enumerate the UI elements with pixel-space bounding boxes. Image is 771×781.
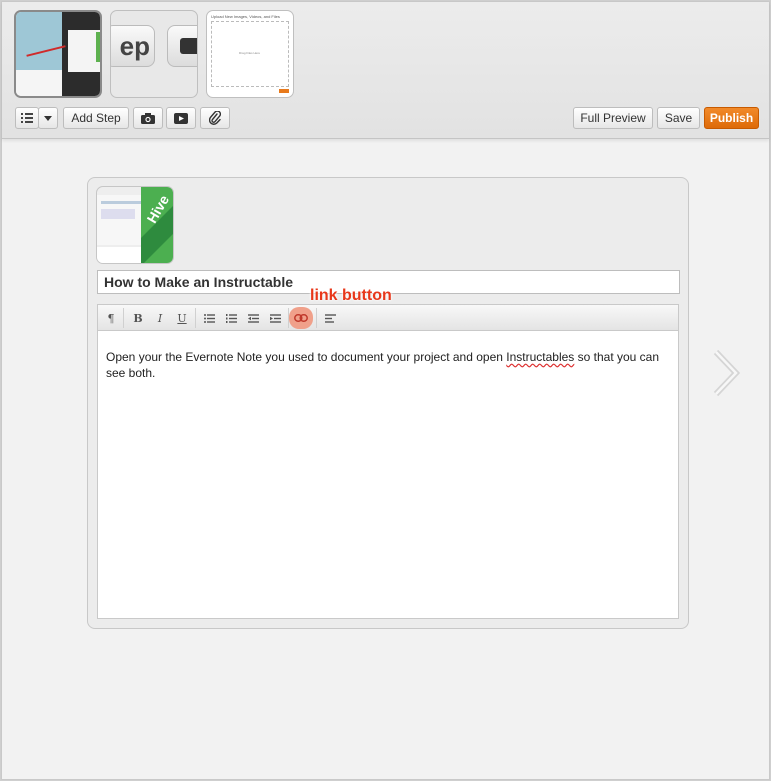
dropdown-caret-icon — [44, 115, 52, 121]
save-button[interactable]: Save — [657, 107, 700, 129]
paragraph-icon[interactable]: ¶ — [101, 308, 121, 328]
add-image-button[interactable] — [133, 107, 163, 129]
paperclip-icon — [209, 111, 221, 125]
editor-window: ep Upload New Images, Videos, and Files … — [1, 1, 770, 780]
camera-icon — [141, 112, 155, 124]
list-icon — [21, 113, 33, 123]
italic-icon[interactable]: I — [150, 308, 170, 328]
toolbar-divider — [316, 308, 317, 328]
format-toolbar: ¶ B I U — [97, 304, 679, 330]
bold-icon[interactable]: B — [128, 308, 148, 328]
full-preview-button[interactable]: Full Preview — [573, 107, 653, 129]
body-text: Open your the Evernote Note you used to … — [106, 350, 507, 364]
step-thumbnail-3[interactable]: Upload New Images, Videos, and Files Dra… — [206, 10, 294, 98]
toolbar-divider — [195, 308, 196, 328]
thumb-orange-button — [279, 89, 289, 93]
indent-icon[interactable] — [265, 308, 285, 328]
step-list-button[interactable] — [15, 107, 39, 129]
publish-button[interactable]: Publish — [704, 107, 759, 129]
underline-icon[interactable]: U — [172, 308, 192, 328]
outdent-icon[interactable] — [243, 308, 263, 328]
thumb-header-text: Upload New Images, Videos, and Files — [211, 14, 280, 19]
numbered-list-icon[interactable] — [221, 308, 241, 328]
step-list-dropdown[interactable] — [38, 107, 58, 129]
step-thumbnail-1[interactable] — [14, 10, 102, 98]
bullet-list-icon[interactable] — [199, 308, 219, 328]
link-icon[interactable] — [289, 307, 313, 329]
add-video-button[interactable] — [166, 107, 196, 129]
align-icon[interactable] — [320, 308, 340, 328]
toolbar-divider — [123, 308, 124, 328]
step-image[interactable]: Hive — [96, 186, 174, 264]
misspelled-word: Instructables — [506, 350, 575, 364]
add-step-button[interactable]: Add Step — [63, 107, 129, 129]
step-body-editor[interactable]: Open your the Evernote Note you used to … — [97, 330, 679, 619]
top-toolbar: ep Upload New Images, Videos, and Files … — [2, 2, 769, 139]
link-button-annotation: link button — [310, 287, 392, 304]
step-editor-card: Hive How to Make an Instructable ¶ B I U — [87, 177, 689, 629]
thumb-center-text: Drag Files Here — [239, 51, 261, 55]
step-thumbnail-2[interactable]: ep — [110, 10, 198, 98]
next-step-arrow-icon[interactable] — [712, 349, 740, 397]
camera-icon — [167, 25, 197, 67]
thumb-button-art: ep — [111, 25, 155, 67]
attach-file-button[interactable] — [200, 107, 230, 129]
video-icon — [174, 112, 188, 124]
